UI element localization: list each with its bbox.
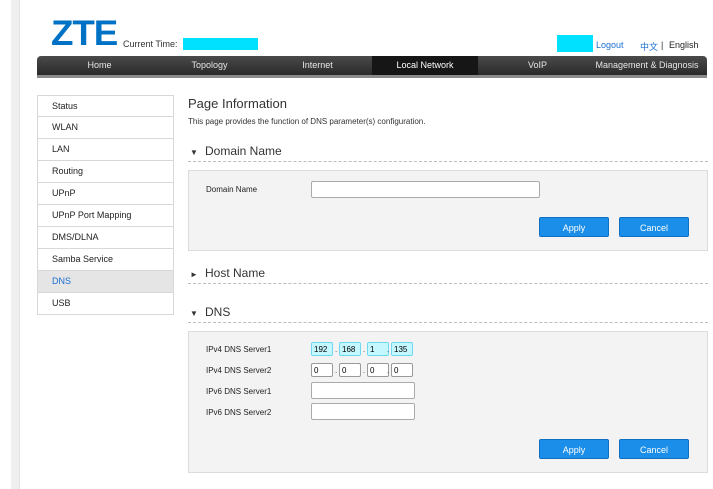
ipv6-dns-server2-label: IPv6 DNS Server2 <box>206 408 272 417</box>
nav-tab-internet[interactable]: Internet <box>275 56 360 75</box>
sidebar-item-wlan[interactable]: WLAN <box>37 117 174 139</box>
dns-cancel-button[interactable]: Cancel <box>619 439 689 459</box>
expand-arrow-down-icon: ▼ <box>190 148 198 157</box>
zte-logo: ZTE <box>51 14 118 53</box>
sidebar-item-usb[interactable]: USB <box>37 293 174 315</box>
expand-arrow-down-icon: ▼ <box>190 309 198 318</box>
language-english-link[interactable]: English <box>669 40 699 50</box>
ipv4-dns-server2-octet-4[interactable] <box>391 363 413 377</box>
ipv6-dns-server1-input[interactable] <box>311 382 415 399</box>
domain-cancel-button[interactable]: Cancel <box>619 217 689 237</box>
sidebar-item-dms-dlna[interactable]: DMS/DLNA <box>37 227 174 249</box>
domain-name-input[interactable] <box>311 181 540 198</box>
ipv4-dns-server1-octet-1[interactable] <box>311 342 333 356</box>
username-redacted <box>557 35 593 52</box>
ipv4-dns-server2-octet-2[interactable] <box>339 363 361 377</box>
host-name-section-header[interactable]: ► Host Name <box>188 264 708 284</box>
sidebar-item-samba-service[interactable]: Samba Service <box>37 249 174 271</box>
dns-section-header[interactable]: ▼ DNS <box>188 303 708 323</box>
dns-section-title: DNS <box>205 305 231 319</box>
logout-link[interactable]: Logout <box>596 40 624 50</box>
main-nav-bar: Home Topology Internet Local Network VoI… <box>37 56 707 78</box>
host-name-section-title: Host Name <box>205 266 266 280</box>
domain-name-section-header[interactable]: ▼ Domain Name <box>188 142 708 162</box>
ipv6-dns-server2-input[interactable] <box>311 403 415 420</box>
ipv4-dns-server1-octet-3[interactable] <box>367 342 389 356</box>
nav-tab-local-network[interactable]: Local Network <box>372 56 478 75</box>
left-margin-bar <box>11 0 20 489</box>
current-time-value-redacted <box>183 38 258 50</box>
current-time-label: Current Time: <box>123 39 178 49</box>
page-description: This page provides the function of DNS p… <box>188 117 426 126</box>
language-separator: | <box>661 40 664 50</box>
ipv4-dns-server1-label: IPv4 DNS Server1 <box>206 345 272 354</box>
ipv4-dns-server2-octet-3[interactable] <box>367 363 389 377</box>
sidebar-item-upnp-port-mapping[interactable]: UPnP Port Mapping <box>37 205 174 227</box>
dns-panel: IPv4 DNS Server1 . . . IPv4 DNS Server2 … <box>188 331 708 473</box>
ipv4-dns-server1-octet-4[interactable] <box>391 342 413 356</box>
sidebar-item-lan[interactable]: LAN <box>37 139 174 161</box>
domain-name-panel: Domain Name Apply Cancel <box>188 170 708 251</box>
domain-name-label: Domain Name <box>206 185 258 194</box>
domain-apply-button[interactable]: Apply <box>539 217 609 237</box>
sidebar-menu: Status WLAN LAN Routing UPnP UPnP Port M… <box>37 95 174 315</box>
ipv4-dns-server2-label: IPv4 DNS Server2 <box>206 366 272 375</box>
nav-tab-management-diagnosis[interactable]: Management & Diagnosis <box>592 56 702 75</box>
sidebar-item-status[interactable]: Status <box>37 95 174 117</box>
sidebar-item-dns[interactable]: DNS <box>37 271 174 293</box>
expand-arrow-right-icon: ► <box>190 270 198 279</box>
nav-tab-voip[interactable]: VoIP <box>495 56 580 75</box>
ipv6-dns-server1-label: IPv6 DNS Server1 <box>206 387 272 396</box>
page-title: Page Information <box>188 96 288 111</box>
domain-name-section-title: Domain Name <box>205 144 282 158</box>
dns-apply-button[interactable]: Apply <box>539 439 609 459</box>
language-chinese-link[interactable]: 中文 <box>640 40 658 53</box>
ipv4-dns-server1-octet-2[interactable] <box>339 342 361 356</box>
nav-tab-topology[interactable]: Topology <box>167 56 252 75</box>
sidebar-item-routing[interactable]: Routing <box>37 161 174 183</box>
sidebar-item-upnp[interactable]: UPnP <box>37 183 174 205</box>
nav-tab-home[interactable]: Home <box>57 56 142 75</box>
ipv4-dns-server2-octet-1[interactable] <box>311 363 333 377</box>
